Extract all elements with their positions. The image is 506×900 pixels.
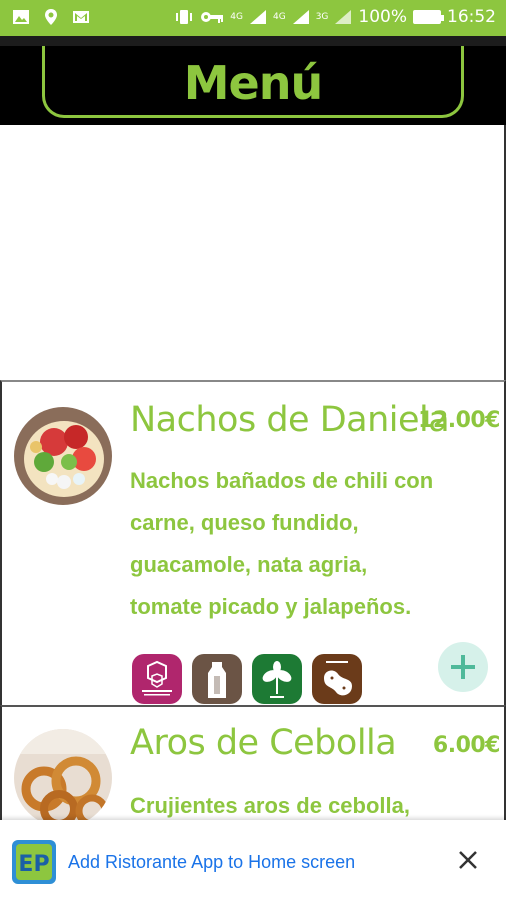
item-description: Nachos bañados de chili con carne, queso… bbox=[130, 468, 434, 619]
signal-icon bbox=[292, 10, 309, 24]
item-name: Nachos de Daniela bbox=[130, 400, 450, 440]
app-header: Menú bbox=[0, 36, 506, 125]
vibrate-icon bbox=[176, 10, 193, 24]
item-price: 12.00€ bbox=[418, 408, 500, 433]
status-bar: 4G 4G 3G 100% 16:52 bbox=[0, 0, 506, 36]
item-price: 6.00€ bbox=[432, 733, 501, 758]
install-banner[interactable]: EP Add Ristorante App to Home screen bbox=[0, 820, 506, 900]
battery-icon bbox=[413, 10, 444, 24]
key-icon bbox=[201, 12, 224, 23]
location-icon bbox=[45, 9, 57, 25]
plus-icon bbox=[451, 655, 475, 679]
allergen-list bbox=[132, 654, 362, 704]
header-top-bar bbox=[0, 36, 506, 46]
menu-title-frame: Menú bbox=[42, 46, 464, 118]
svg-text:EP: EP bbox=[18, 852, 49, 877]
menu-item[interactable]: Aros de Cebolla 6.00€ Crujientes aros de… bbox=[0, 705, 506, 827]
item-thumbnail bbox=[14, 407, 112, 505]
app-logo-icon: EP bbox=[12, 840, 56, 884]
clock: 16:52 bbox=[447, 7, 496, 27]
battery-percent: 100% bbox=[358, 7, 407, 27]
signal1-label: 4G bbox=[230, 11, 243, 22]
gmail-icon bbox=[73, 11, 89, 23]
add-to-cart-button[interactable] bbox=[438, 642, 488, 692]
signal2-label: 4G bbox=[272, 11, 286, 22]
install-banner-text[interactable]: Add Ristorante App to Home screen bbox=[68, 852, 355, 873]
soy-icon bbox=[252, 654, 302, 704]
milk-icon bbox=[192, 654, 242, 704]
banner-image-area bbox=[0, 125, 506, 380]
peanut-icon bbox=[312, 654, 362, 704]
image-icon bbox=[13, 10, 29, 24]
signal-icon bbox=[335, 10, 352, 24]
sulfites-icon bbox=[132, 654, 182, 704]
item-thumbnail bbox=[14, 729, 112, 827]
close-icon[interactable] bbox=[456, 848, 480, 872]
signal3-label: 3G bbox=[315, 11, 329, 22]
menu-item[interactable]: Nachos de Daniela 12.00€ Nachos bañados … bbox=[0, 380, 506, 705]
signal-icon bbox=[249, 10, 266, 24]
item-name: Aros de Cebolla bbox=[130, 723, 397, 763]
page-title: Menú bbox=[183, 56, 323, 110]
